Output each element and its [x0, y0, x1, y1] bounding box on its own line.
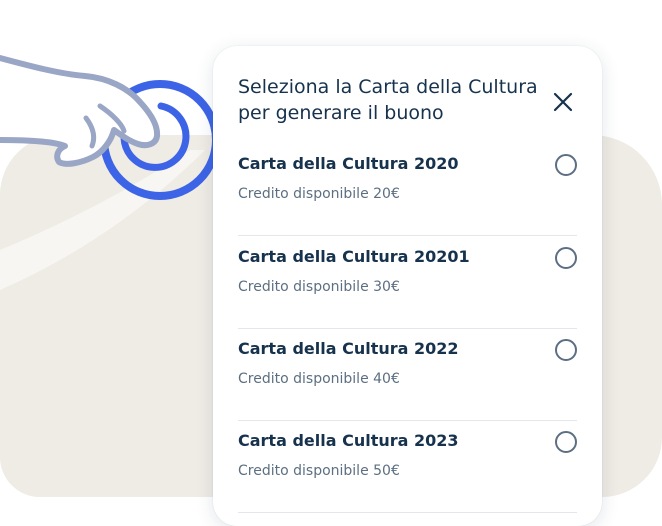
card-credit: Credito disponibile 40€: [238, 371, 400, 387]
card-credit: Credito disponibile 50€: [238, 463, 400, 479]
card-credit: Credito disponibile 20€: [238, 186, 400, 202]
card-option-2020[interactable]: Carta della Cultura 2020 Credito disponi…: [238, 144, 577, 236]
card-option-20201[interactable]: Carta della Cultura 20201 Credito dispon…: [238, 237, 577, 329]
radio-button-icon[interactable]: [555, 247, 577, 269]
card-option-2022[interactable]: Carta della Cultura 2022 Credito disponi…: [238, 329, 577, 421]
divider: [238, 512, 577, 513]
card-option-2023[interactable]: Carta della Cultura 2023 Credito disponi…: [238, 421, 577, 513]
radio-button-icon[interactable]: [555, 154, 577, 176]
modal-title: Seleziona la Carta della Cultura per gen…: [238, 76, 538, 124]
close-button[interactable]: [550, 89, 576, 115]
radio-button-icon[interactable]: [555, 431, 577, 453]
divider: [238, 235, 577, 236]
select-card-modal: Seleziona la Carta della Cultura per gen…: [213, 46, 602, 526]
modal-header: Seleziona la Carta della Cultura per gen…: [238, 74, 576, 126]
card-credit: Credito disponibile 30€: [238, 279, 400, 295]
card-name: Carta della Cultura 20201: [238, 247, 470, 266]
card-name: Carta della Cultura 2022: [238, 339, 459, 358]
radio-button-icon[interactable]: [555, 339, 577, 361]
card-name: Carta della Cultura 2023: [238, 431, 459, 450]
close-icon: [553, 92, 573, 112]
card-name: Carta della Cultura 2020: [238, 154, 459, 173]
